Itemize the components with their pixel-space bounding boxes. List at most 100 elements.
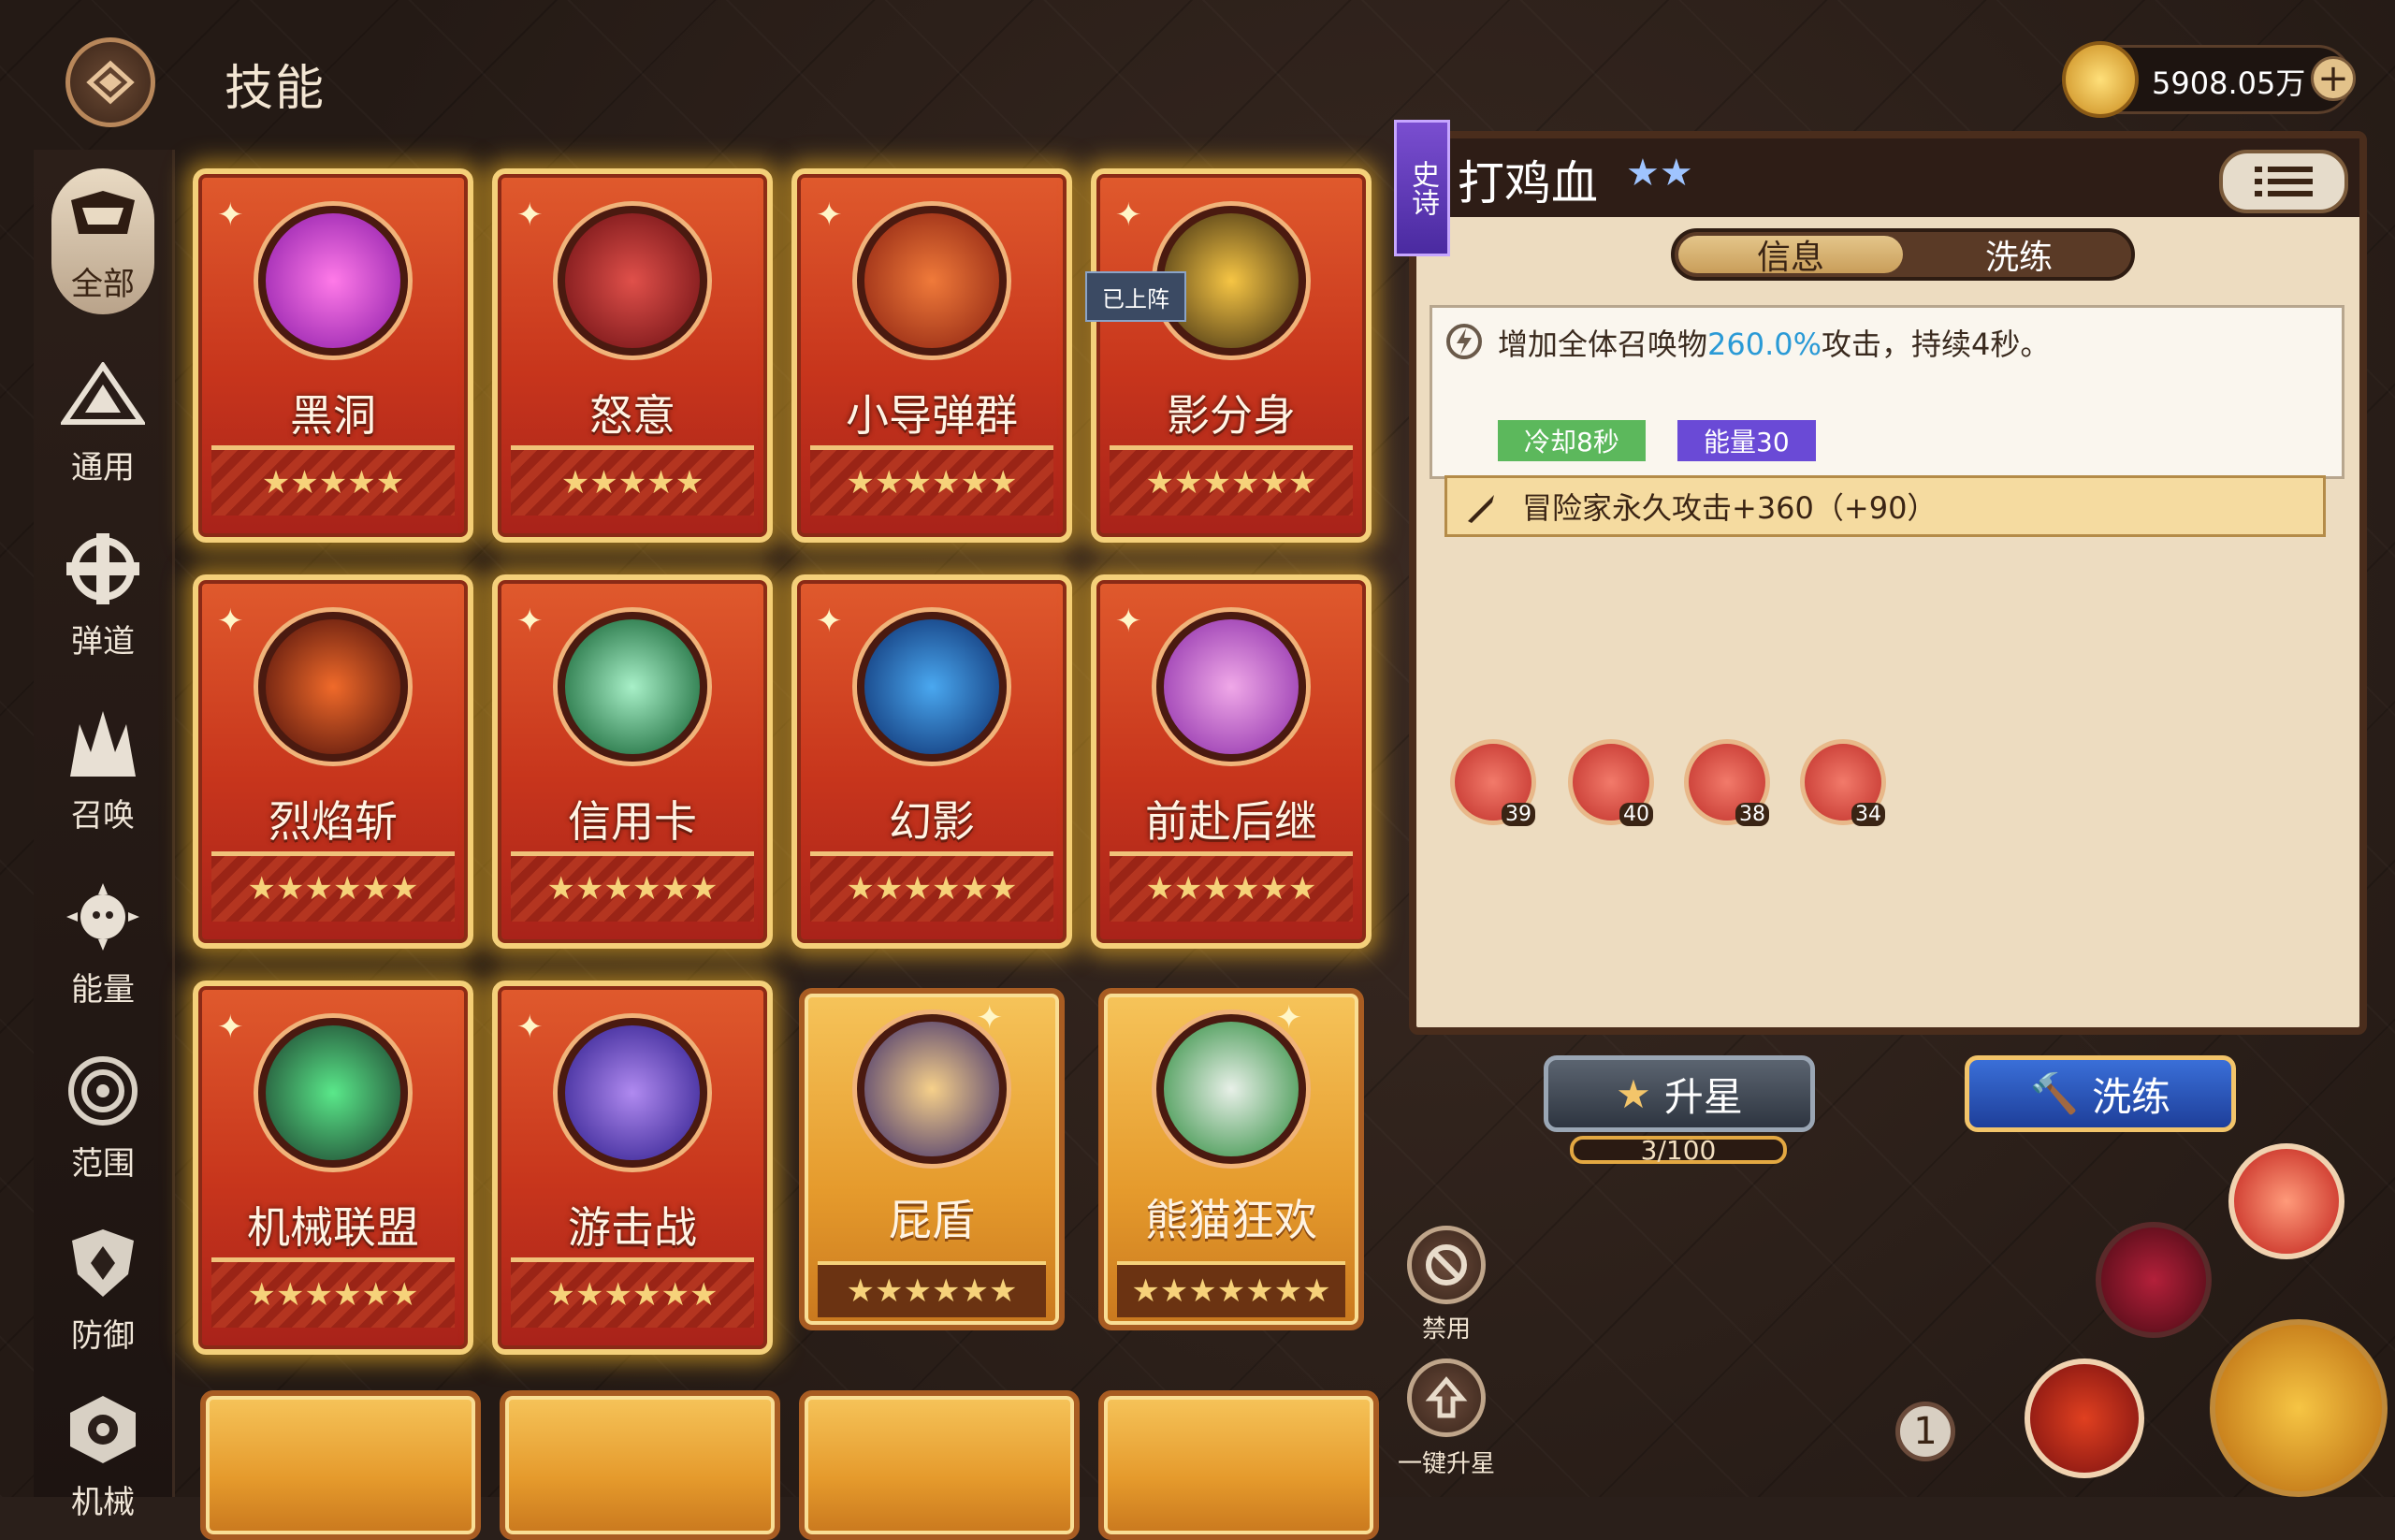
active-skill-summon[interactable] bbox=[2228, 1143, 2344, 1259]
skill-level: 38 bbox=[1735, 803, 1769, 826]
sidebar-item-label: 范围 bbox=[71, 1145, 135, 1183]
desc-suffix: 攻击，持续4秒。 bbox=[1822, 327, 2051, 362]
related-skill-2[interactable]: 40 bbox=[1568, 739, 1654, 826]
skill-name: 黑洞 bbox=[290, 390, 376, 441]
bonus-text: 冒险家永久攻击+360（+90） bbox=[1522, 490, 1938, 526]
skill-star-rating: ★★★★★★★ bbox=[1117, 1261, 1345, 1317]
sidebar-item-defense[interactable]: 防御 bbox=[47, 1218, 159, 1356]
energy-badge: 能量30 bbox=[1677, 420, 1816, 461]
list-menu-button[interactable] bbox=[2219, 150, 2348, 213]
active-skill-shadow-clone[interactable] bbox=[2210, 1319, 2388, 1497]
sparkle-icon: ✦ bbox=[217, 603, 244, 640]
tab-info[interactable]: 信息 bbox=[1678, 236, 1903, 277]
sidebar-item-range[interactable]: 范围 bbox=[47, 1046, 159, 1184]
skill-card-partial[interactable] bbox=[1098, 1390, 1379, 1540]
skill-star-rating: ★★★★★ bbox=[211, 445, 455, 516]
skill-card-partial[interactable] bbox=[500, 1390, 780, 1540]
skill-card[interactable]: ✦ 幻影 ★★★★★★ bbox=[791, 574, 1072, 949]
up-arrow-icon bbox=[1425, 1376, 1468, 1418]
sidebar-item-label: 召唤 bbox=[71, 797, 135, 835]
skill-star-rating: ★★★★★★ bbox=[810, 851, 1053, 922]
sidebar-item-label: 弹道 bbox=[71, 623, 135, 661]
related-skill-4[interactable]: 34 bbox=[1800, 739, 1886, 826]
back-arrow-icon bbox=[86, 60, 135, 105]
sparkle-icon: ✦ bbox=[1115, 196, 1142, 234]
sidebar-item-label: 防御 bbox=[71, 1317, 135, 1355]
skill-card[interactable]: ✦ 机械联盟 ★★★★★★ bbox=[193, 981, 473, 1355]
sidebar-item-general[interactable]: 通用 bbox=[47, 350, 159, 487]
skill-card[interactable]: ✦ 熊猫狂欢 ★★★★★★★ bbox=[1098, 988, 1364, 1330]
skill-card[interactable]: ✦ 影分身 ★★★★★★ bbox=[1091, 168, 1372, 543]
skill-description: 增加全体召唤物260.0%攻击，持续4秒。 bbox=[1498, 321, 2050, 364]
skill-icon bbox=[258, 1018, 408, 1168]
sidebar-item-label: 通用 bbox=[71, 449, 135, 487]
general-category-icon bbox=[58, 350, 148, 440]
permanent-bonus: 冒险家永久攻击+360（+90） bbox=[1444, 475, 2326, 537]
refine-button[interactable]: 🔨 洗练 bbox=[1965, 1055, 2236, 1132]
all-category-icon bbox=[58, 174, 148, 256]
defense-category-icon bbox=[58, 1218, 148, 1308]
sidebar-item-label: 机械 bbox=[71, 1484, 135, 1521]
sidebar-item-ballistic[interactable]: 弹道 bbox=[47, 524, 159, 661]
disable-button[interactable] bbox=[1407, 1226, 1486, 1304]
active-skill-rage[interactable] bbox=[2096, 1222, 2212, 1338]
skill-card-partial[interactable] bbox=[799, 1390, 1080, 1540]
skill-icon bbox=[857, 206, 1007, 356]
skill-card[interactable]: ✦ 小导弹群 ★★★★★★ bbox=[791, 168, 1072, 543]
auto-upgrade-button[interactable] bbox=[1407, 1358, 1486, 1437]
skill-star-rating: ★★★★★★ bbox=[511, 851, 754, 922]
skill-name: 前赴后继 bbox=[1145, 796, 1317, 847]
ban-icon bbox=[1426, 1244, 1467, 1286]
sword-icon bbox=[1468, 495, 1494, 523]
skill-card[interactable]: ✦ 前赴后继 ★★★★★★ bbox=[1091, 574, 1372, 949]
sidebar-item-mechanical[interactable]: 机械 bbox=[47, 1385, 159, 1522]
auto-upgrade-label: 一键升星 bbox=[1397, 1450, 1495, 1478]
desc-value: 260.0% bbox=[1707, 327, 1822, 362]
page-title: 技能 bbox=[225, 61, 327, 117]
skill-star-rating: ★★★★★★ bbox=[511, 1257, 754, 1328]
related-skill-1[interactable]: 39 bbox=[1450, 739, 1536, 826]
sparkle-icon: ✦ bbox=[217, 1009, 244, 1046]
sidebar-item-energy[interactable]: 能量 bbox=[47, 872, 159, 1010]
skill-name: 信用卡 bbox=[568, 796, 697, 847]
skill-card[interactable]: ✦ 怒意 ★★★★★ bbox=[492, 168, 773, 543]
ballistic-category-icon bbox=[58, 524, 148, 614]
sidebar-item-all[interactable]: 全部 bbox=[51, 168, 154, 314]
skill-icon bbox=[558, 612, 707, 762]
skill-card[interactable]: ✦ 游击战 ★★★★★★ bbox=[492, 981, 773, 1355]
sparkle-icon: ✦ bbox=[516, 196, 544, 234]
star-icon: ★ bbox=[1616, 1070, 1651, 1117]
back-button[interactable] bbox=[65, 37, 155, 127]
disable-label: 禁用 bbox=[1421, 1315, 1471, 1344]
skill-icon bbox=[857, 1014, 1007, 1164]
hammer-icon: 🔨 bbox=[2029, 1070, 2080, 1116]
sidebar-item-summon[interactable]: 召唤 bbox=[47, 698, 159, 835]
skill-type-icon bbox=[1446, 324, 1482, 359]
desc-prefix: 增加全体召唤物 bbox=[1498, 327, 1708, 362]
skill-card[interactable]: ✦ 黑洞 ★★★★★ bbox=[193, 168, 473, 543]
sparkle-icon: ✦ bbox=[816, 196, 843, 234]
skill-star-rating: ★★★★★★ bbox=[1110, 445, 1353, 516]
upgrade-star-button[interactable]: ★ 升星 bbox=[1544, 1055, 1815, 1132]
active-skill-horde[interactable] bbox=[2025, 1358, 2144, 1478]
skill-star-rating: ★★★★★★ bbox=[810, 445, 1053, 516]
skill-name: 影分身 bbox=[1167, 390, 1296, 441]
skill-icon bbox=[1156, 612, 1306, 762]
skill-level: 39 bbox=[1502, 803, 1535, 826]
related-skill-3[interactable]: 38 bbox=[1684, 739, 1770, 826]
rarity-label: 史诗 bbox=[1406, 160, 1439, 216]
skill-card[interactable]: ✦ 屁盾 ★★★★★★ bbox=[799, 988, 1065, 1330]
skill-star-rating: ★★★★★★ bbox=[818, 1261, 1046, 1317]
skill-card[interactable]: ✦ 信用卡 ★★★★★★ bbox=[492, 574, 773, 949]
skill-name: 游击战 bbox=[568, 1202, 697, 1253]
skill-card[interactable]: ✦ 烈焰斩 ★★★★★★ bbox=[193, 574, 473, 949]
add-currency-button[interactable]: + bbox=[2311, 56, 2356, 101]
skill-card-partial[interactable] bbox=[200, 1390, 481, 1540]
skill-name: 机械联盟 bbox=[247, 1202, 419, 1253]
rarity-tag: 史诗 bbox=[1394, 120, 1450, 256]
sparkle-icon: ✦ bbox=[516, 603, 544, 640]
sidebar-item-label: 能量 bbox=[71, 971, 135, 1009]
sparkle-icon: ✦ bbox=[1115, 603, 1142, 640]
tab-refine[interactable]: 洗练 bbox=[1907, 232, 2131, 277]
deployed-tag: 已上阵 bbox=[1085, 271, 1186, 322]
